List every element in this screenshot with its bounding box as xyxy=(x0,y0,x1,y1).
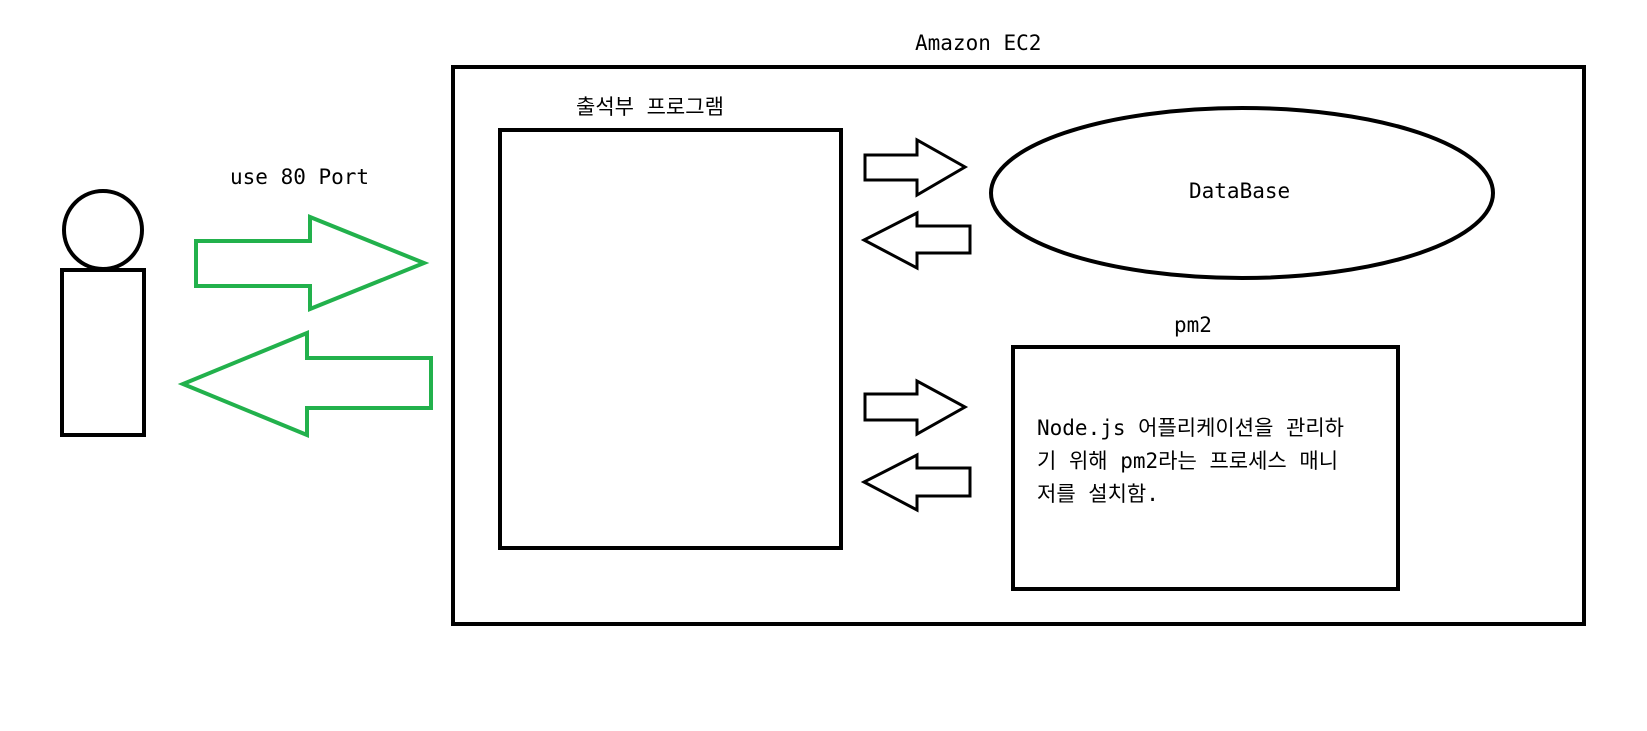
pm2-label: pm2 xyxy=(1174,313,1212,337)
program-box xyxy=(498,128,843,550)
request-arrow-right xyxy=(194,214,430,312)
database-label: DataBase xyxy=(1189,179,1291,203)
architecture-diagram xyxy=(60,65,1586,626)
program-to-pm2-arrow xyxy=(863,378,969,437)
user-body xyxy=(60,268,146,437)
program-label: 출석부 프로그램 xyxy=(576,95,724,119)
db-to-program-arrow xyxy=(860,210,972,271)
response-arrow-left xyxy=(177,330,433,438)
pm2-to-program-arrow xyxy=(860,452,972,513)
user-head xyxy=(62,189,144,271)
program-to-db-arrow xyxy=(863,137,969,198)
user-figure xyxy=(60,189,146,437)
pm2-description: Node.js 어플리케이션을 관리하 기 위해 pm2라는 프로세스 매니 저… xyxy=(1037,416,1344,506)
ec2-label: Amazon EC2 xyxy=(915,31,1042,55)
port-label: use 80 Port xyxy=(230,165,370,189)
